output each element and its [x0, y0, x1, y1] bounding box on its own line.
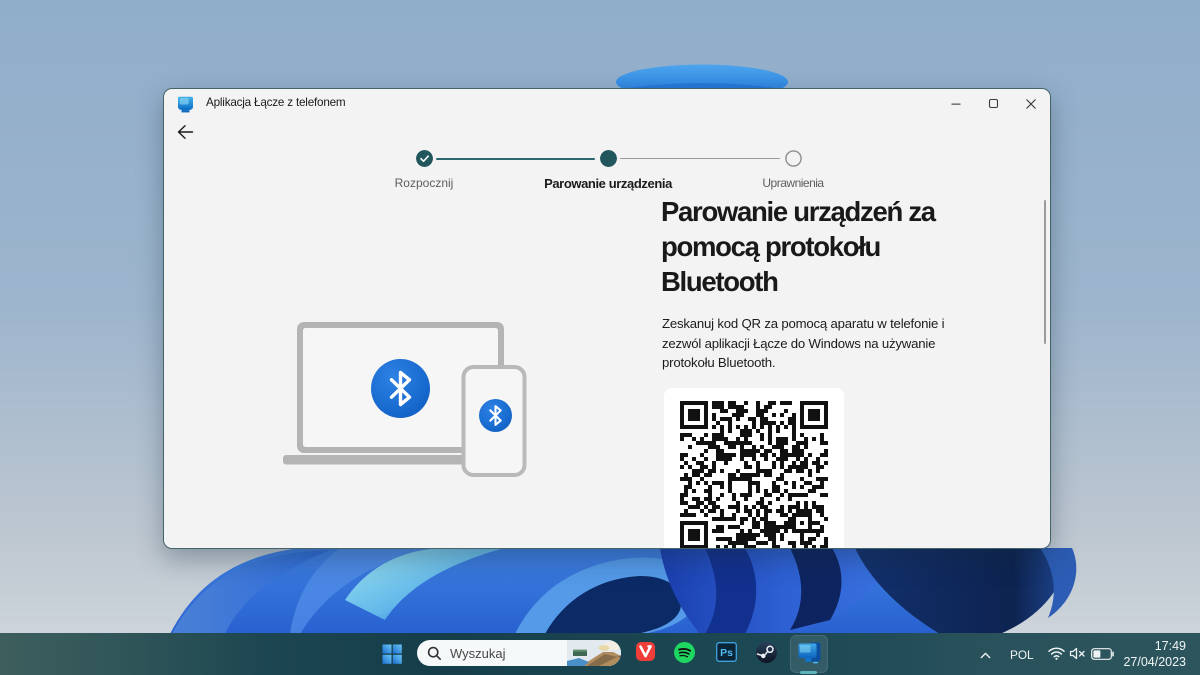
svg-text:Ps: Ps — [720, 647, 733, 659]
